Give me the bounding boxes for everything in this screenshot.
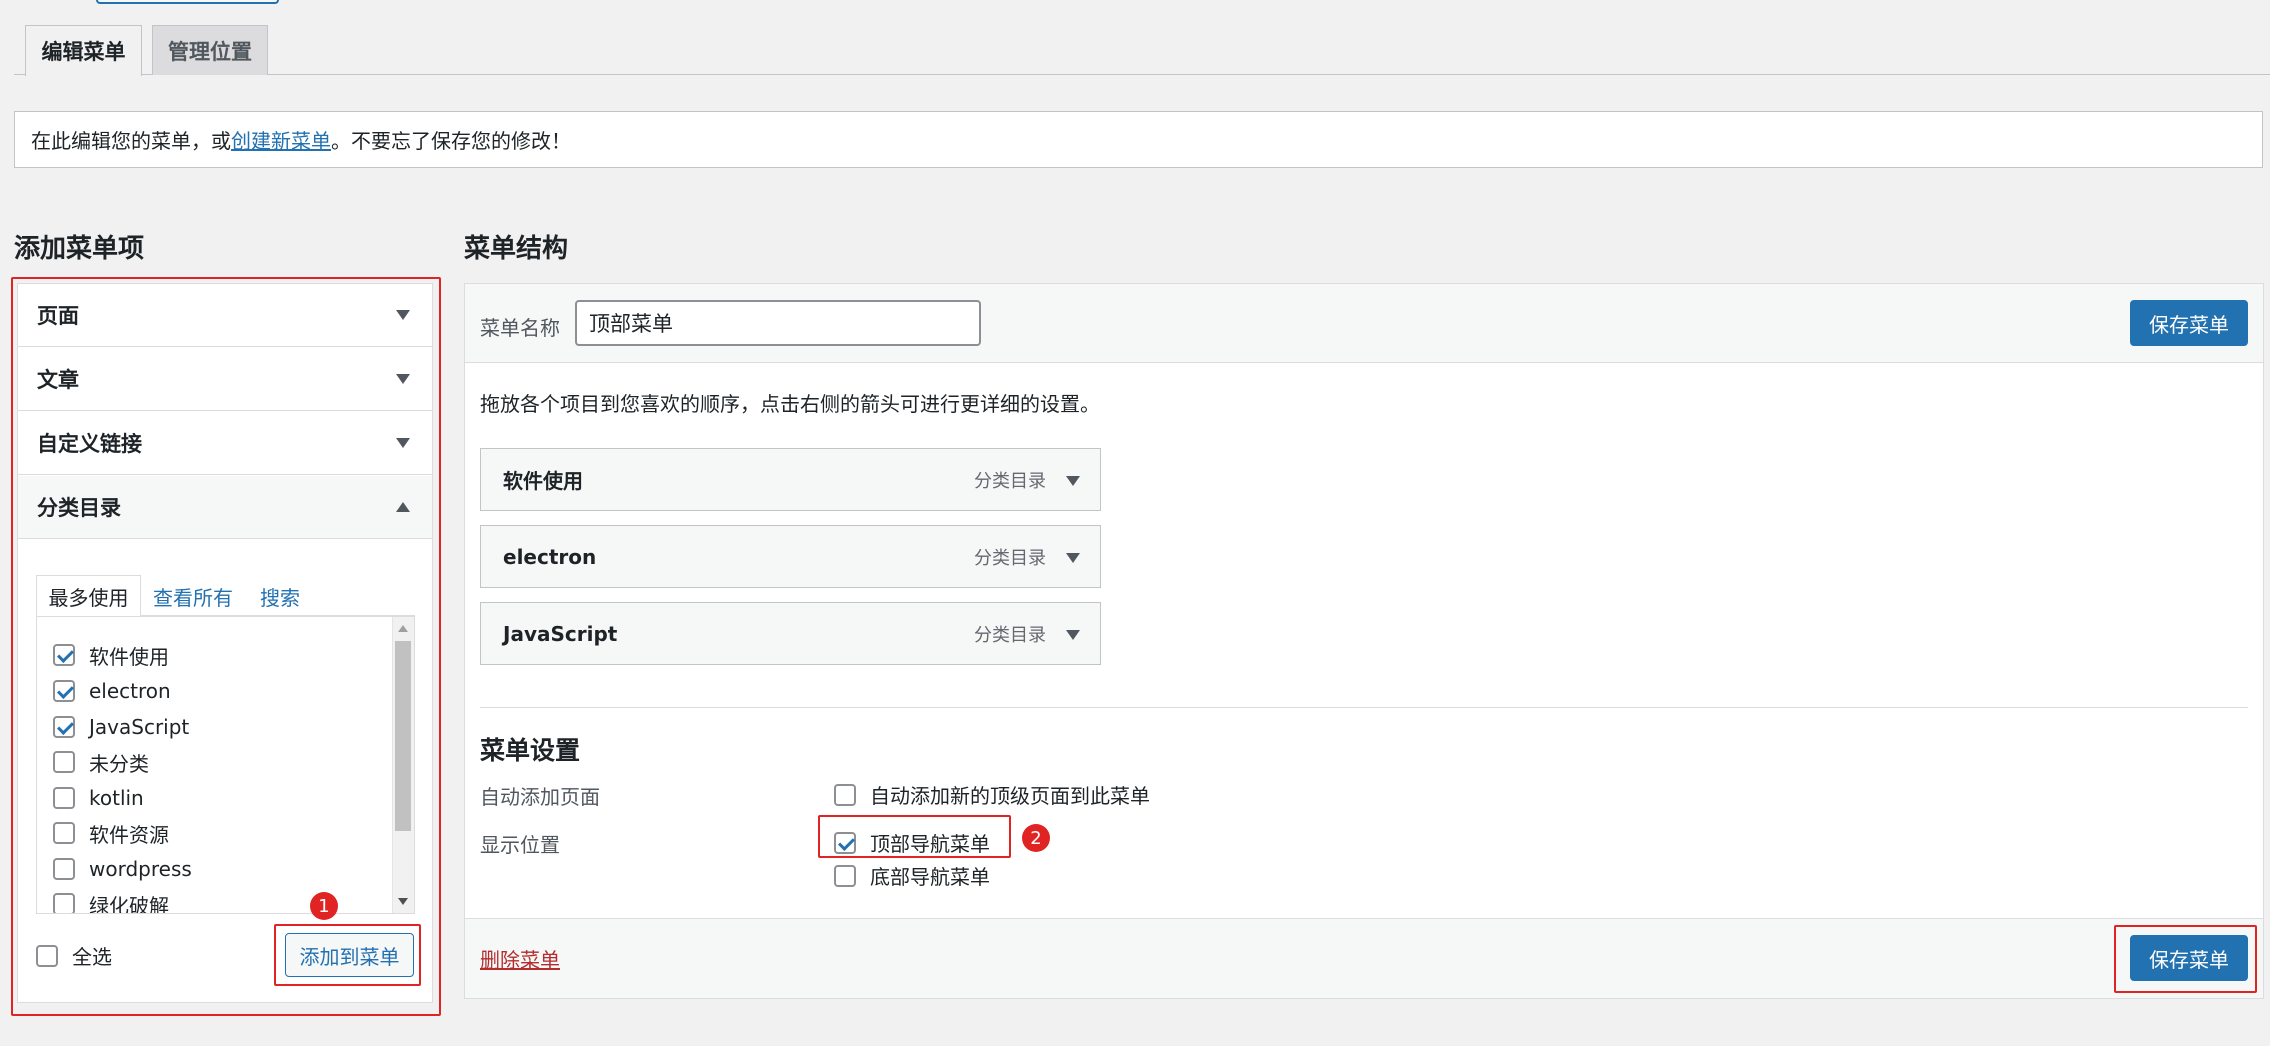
menu-name-label: 菜单名称 — [480, 316, 560, 340]
highlight-add-items — [11, 277, 441, 1016]
top-button-edge — [96, 0, 279, 4]
menu-item-type: 分类目录 — [974, 547, 1046, 569]
menu-name-input[interactable]: 顶部菜单 — [575, 300, 981, 346]
step-badge-2: 2 — [1022, 824, 1050, 852]
tab-edit-menus[interactable]: 编辑菜单 — [25, 25, 142, 76]
menu-instructions: 拖放各个项目到您喜欢的顺序，点击右侧的箭头可进行更详细的设置。 — [480, 392, 1100, 416]
location-bottom-option[interactable]: 底部导航菜单 — [834, 861, 990, 890]
create-menu-link[interactable]: 创建新菜单 — [231, 125, 331, 154]
auto-add-option[interactable]: 自动添加新的顶级页面到此菜单 — [834, 780, 1150, 809]
settings-divider — [480, 707, 2248, 708]
notice-text-after: 。不要忘了保存您的修改！ — [331, 129, 571, 153]
delete-menu-link[interactable]: 删除菜单 — [480, 944, 560, 973]
info-notice: 在此编辑您的菜单，或 创建新菜单 。不要忘了保存您的修改！ — [14, 111, 2263, 168]
location-bottom-label: 底部导航菜单 — [870, 865, 990, 889]
tab-manage-locations[interactable]: 管理位置 — [152, 25, 268, 75]
caret-down-icon[interactable] — [1066, 553, 1080, 563]
highlight-add-button — [274, 924, 421, 986]
menu-structure-heading: 菜单结构 — [464, 234, 569, 264]
auto-add-label: 自动添加页面 — [480, 785, 600, 809]
auto-add-checkbox[interactable] — [834, 783, 856, 806]
add-menu-items-heading: 添加菜单项 — [14, 234, 145, 264]
menu-item-type: 分类目录 — [974, 470, 1046, 492]
caret-down-icon[interactable] — [1066, 476, 1080, 486]
menu-item-title: 软件使用 — [503, 469, 583, 493]
menu-item[interactable]: JavaScript 分类目录 — [480, 602, 1101, 665]
highlight-save-button — [2114, 925, 2257, 993]
menu-item-title: JavaScript — [503, 621, 618, 646]
tabs-divider — [14, 74, 2270, 75]
menu-item-title: electron — [503, 544, 597, 569]
menu-settings-heading: 菜单设置 — [480, 736, 581, 765]
auto-add-option-label: 自动添加新的顶级页面到此菜单 — [870, 784, 1150, 808]
display-location-label: 显示位置 — [480, 833, 560, 857]
location-bottom-checkbox[interactable] — [834, 864, 856, 887]
notice-text-before: 在此编辑您的菜单，或 — [31, 129, 231, 153]
highlight-location — [818, 815, 1011, 858]
menu-item-type: 分类目录 — [974, 624, 1046, 646]
save-menu-button-top[interactable]: 保存菜单 — [2130, 300, 2248, 346]
caret-down-icon[interactable] — [1066, 630, 1080, 640]
menu-item[interactable]: 软件使用 分类目录 — [480, 448, 1101, 511]
menu-item[interactable]: electron 分类目录 — [480, 525, 1101, 588]
menu-panel-footer — [465, 918, 2263, 998]
